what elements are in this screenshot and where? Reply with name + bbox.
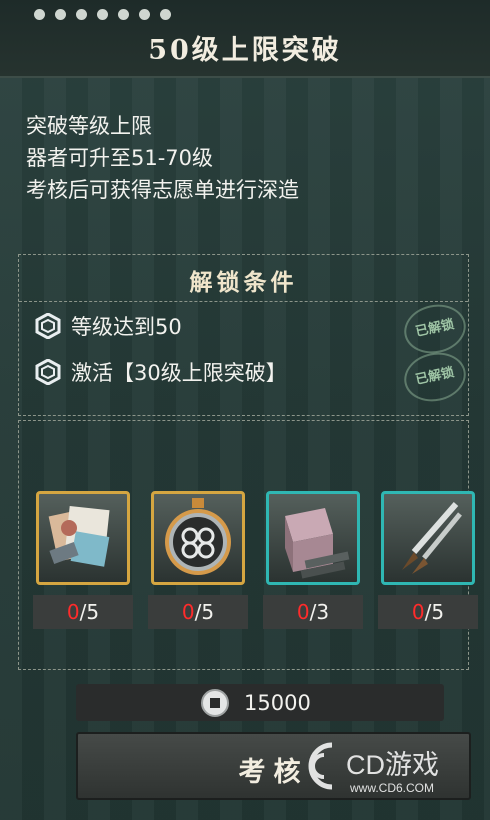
header-dot bbox=[76, 9, 87, 20]
unlock-conditions-box: 解锁条件 等级达到50 已解锁 激活【30级上限突破】 已解锁 bbox=[18, 254, 471, 416]
cost-bar: 15000 bbox=[76, 684, 444, 721]
panel-header: 50级上限突破 bbox=[0, 0, 490, 78]
watermark: CD游戏 www.CD6.COM bbox=[300, 735, 480, 805]
watermark-url: www.CD6.COM bbox=[350, 781, 435, 795]
material-count: 0/5 bbox=[148, 595, 248, 629]
description: 突破等级上限 器者可升至51-70级 考核后可获得志愿单进行深造 bbox=[26, 110, 299, 206]
box-with-bars-icon bbox=[285, 508, 350, 579]
header-dot bbox=[139, 9, 150, 20]
header-dot bbox=[97, 9, 108, 20]
hexagon-icon bbox=[35, 313, 61, 339]
unlocked-stamp: 已解锁 bbox=[399, 299, 471, 359]
coin-icon bbox=[201, 688, 229, 717]
material-count: 0/5 bbox=[33, 595, 133, 629]
documents-icon bbox=[48, 506, 110, 567]
condition-item: 等级达到50 bbox=[35, 311, 182, 341]
upgrade-panel: 50级上限突破 突破等级上限 器者可升至51-70级 考核后可获得志愿单进行深造… bbox=[0, 0, 490, 820]
brand-logo-icon bbox=[308, 742, 333, 790]
header-dot bbox=[55, 9, 66, 20]
material-count: 0/5 bbox=[378, 595, 478, 629]
material-item[interactable]: 0/5 bbox=[33, 491, 133, 629]
material-slot[interactable] bbox=[381, 491, 475, 585]
page-title: 50级上限突破 bbox=[148, 35, 342, 66]
materials-box: 0/5 0/5 0/3 0/5 bbox=[18, 420, 478, 670]
cost-amount: 15000 bbox=[244, 690, 311, 715]
medallion-icon bbox=[165, 498, 231, 575]
header-dot bbox=[34, 9, 45, 20]
material-item[interactable]: 0/5 bbox=[148, 491, 248, 629]
material-item[interactable]: 0/5 bbox=[378, 491, 478, 629]
material-slot[interactable] bbox=[36, 491, 130, 585]
watermark-brand: CD游戏 bbox=[346, 750, 439, 780]
description-line: 考核后可获得志愿单进行深造 bbox=[26, 178, 299, 202]
condition-item: 激活【30级上限突破】 bbox=[35, 357, 287, 387]
header-dot bbox=[118, 9, 129, 20]
unlocked-stamp: 已解锁 bbox=[399, 347, 471, 407]
brushes-icon bbox=[402, 502, 462, 574]
condition-text: 激活【30级上限突破】 bbox=[71, 361, 287, 385]
material-item[interactable]: 0/3 bbox=[263, 491, 363, 629]
material-slot[interactable] bbox=[151, 491, 245, 585]
divider bbox=[19, 301, 468, 302]
condition-text: 等级达到50 bbox=[71, 315, 182, 339]
hexagon-icon bbox=[35, 359, 61, 385]
description-line: 器者可升至51-70级 bbox=[26, 146, 214, 170]
description-line: 突破等级上限 bbox=[26, 114, 152, 138]
material-count: 0/3 bbox=[263, 595, 363, 629]
material-slot[interactable] bbox=[266, 491, 360, 585]
unlock-title: 解锁条件 bbox=[189, 269, 298, 296]
header-dots bbox=[34, 9, 171, 20]
header-dot bbox=[160, 9, 171, 20]
